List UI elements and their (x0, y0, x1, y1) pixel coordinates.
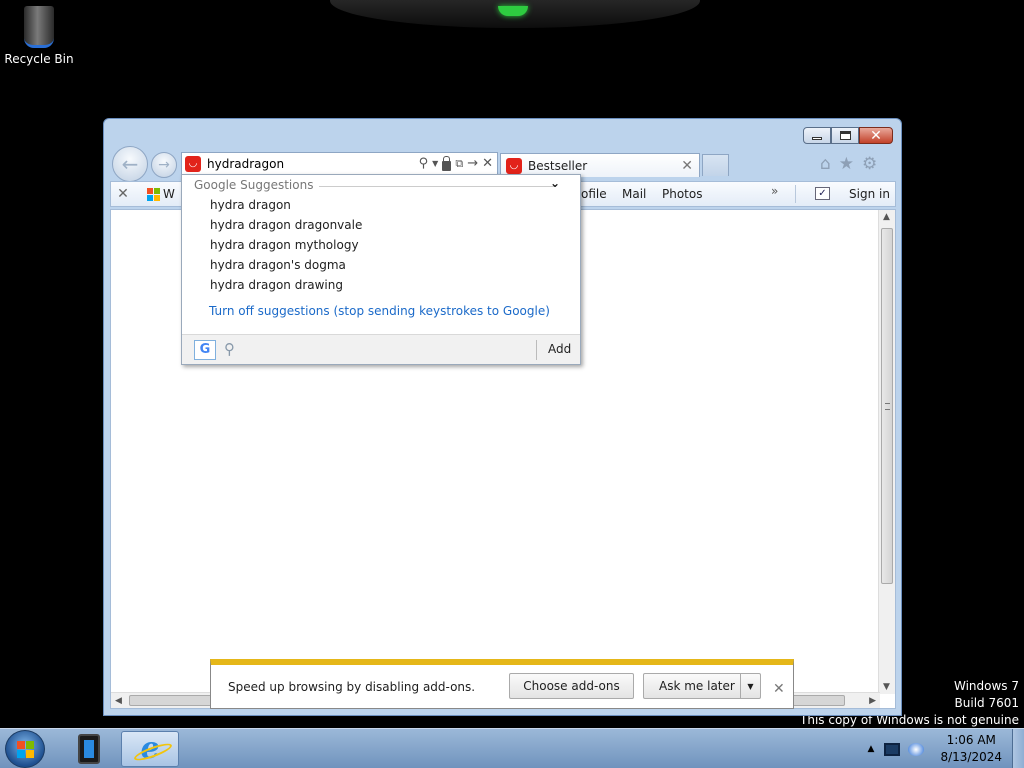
watermark-build: Build 7601 (954, 696, 1019, 710)
search-icon[interactable]: ⚲ (419, 156, 429, 171)
checkbox-icon[interactable]: ✓ (815, 187, 830, 200)
more-links-chevron-icon[interactable]: » (771, 184, 778, 198)
dropdown-arrow-icon[interactable]: ▼ (432, 159, 438, 168)
close-bar-icon[interactable]: ✕ (111, 186, 135, 202)
suggestion-item[interactable]: hydra dragon mythology (210, 238, 359, 252)
caption-buttons: ✕ (803, 127, 893, 144)
recycle-bin-label: Recycle Bin (4, 52, 74, 66)
notification-text: Speed up browsing by disabling add-ons. (228, 680, 476, 694)
toolbar-icons: ⌂ ★ ⚙ (820, 154, 877, 174)
address-bar-tools: ⚲ ▼ ⧉ → ✕ (419, 155, 497, 171)
scroll-down-icon[interactable]: ▼ (883, 682, 890, 692)
ask-dropdown-arrow-icon[interactable]: ▼ (740, 674, 760, 698)
lock-icon[interactable] (442, 155, 452, 171)
address-bar[interactable]: ◡ ⚲ ▼ ⧉ → ✕ (181, 152, 498, 175)
notification-bar: Speed up browsing by disabling add-ons. … (210, 659, 794, 709)
forward-arrow-icon: → (158, 157, 170, 173)
suggestions-header: Google Suggestions (194, 178, 320, 192)
volume-icon[interactable] (908, 742, 925, 756)
watermark-os: Windows 7 (953, 679, 1019, 693)
recycle-bin[interactable]: Recycle Bin (4, 6, 74, 66)
desktop-gadget (330, 0, 700, 28)
minimize-button[interactable] (803, 127, 831, 144)
address-input[interactable] (207, 154, 387, 173)
recycle-bin-icon (24, 6, 54, 48)
maximize-button[interactable] (831, 127, 859, 144)
suggestion-item[interactable]: hydra dragon's dogma (210, 258, 346, 272)
go-arrow-icon[interactable]: → (467, 156, 478, 171)
scroll-left-icon[interactable]: ◀ (115, 696, 122, 706)
search-provider-bar: G ⚲ Add (182, 334, 580, 364)
system-tray: ▲ 1:06 AM 8/13/2024 (868, 729, 1024, 768)
magnifier-icon[interactable]: ⚲ (224, 340, 235, 358)
favorites-star-icon[interactable]: ★ (839, 154, 854, 174)
sign-in-link[interactable]: Sign in (849, 187, 890, 201)
search-suggestions-dropdown: Google Suggestions ⌄ hydra dragon hydra … (181, 174, 581, 365)
notification-close-icon[interactable]: ✕ (773, 681, 785, 697)
scroll-right-icon[interactable]: ▶ (869, 696, 876, 706)
command-separator (795, 185, 796, 203)
show-hidden-icons-icon[interactable]: ▲ (868, 744, 875, 754)
command-link-photos[interactable]: Photos (662, 187, 702, 201)
vertical-scroll-thumb[interactable] (881, 228, 893, 584)
taskbar: e ▲ 1:06 AM 8/13/2024 (0, 728, 1024, 768)
gadget-led (498, 6, 528, 16)
suggestion-item[interactable]: hydra dragon drawing (210, 278, 343, 292)
show-desktop-button[interactable] (1012, 729, 1024, 768)
site-favicon: ◡ (185, 155, 201, 172)
tab-close-icon[interactable]: ✕ (681, 158, 693, 174)
command-link-partial[interactable]: W (163, 187, 175, 201)
ask-me-later-button[interactable]: Ask me later ▼ (643, 673, 761, 699)
choose-addons-button[interactable]: Choose add-ons (509, 673, 634, 699)
minimize-icon (812, 136, 822, 140)
suggestion-item[interactable]: hydra dragon dragonvale (210, 218, 362, 232)
clock-time: 1:06 AM (946, 733, 996, 747)
forward-button[interactable]: → (151, 152, 177, 178)
taskbar-app-tablet[interactable] (60, 731, 118, 767)
footer-separator (536, 340, 537, 360)
back-arrow-icon: ← (121, 152, 139, 176)
scroll-up-icon[interactable]: ▲ (883, 212, 890, 222)
command-link-profile[interactable]: ofile (581, 187, 607, 201)
google-provider-icon[interactable]: G (194, 340, 216, 360)
suggestion-item[interactable]: hydra dragon (210, 198, 291, 212)
internet-explorer-icon: e (132, 734, 174, 764)
turn-off-suggestions-link[interactable]: Turn off suggestions (stop sending keyst… (209, 304, 550, 318)
clock-date: 8/13/2024 (940, 750, 1002, 764)
tablet-app-icon (78, 734, 100, 764)
stop-icon[interactable]: ✕ (482, 156, 493, 171)
add-provider-button[interactable]: Add (548, 342, 571, 356)
clock[interactable]: 1:06 AM 8/13/2024 (940, 732, 1002, 766)
compatibility-icon[interactable]: ⧉ (455, 157, 463, 171)
taskbar-app-internet-explorer[interactable]: e (121, 731, 179, 767)
windows-logo-icon (147, 187, 160, 201)
back-button[interactable]: ← (112, 146, 148, 182)
command-link-mail[interactable]: Mail (622, 187, 646, 201)
close-window-button[interactable]: ✕ (859, 127, 893, 144)
tab-label: Bestseller (528, 158, 588, 173)
scroll-grip-icon (885, 403, 890, 410)
settings-gear-icon[interactable]: ⚙ (862, 154, 877, 174)
new-tab-button[interactable] (702, 154, 729, 176)
collapse-chevron-icon[interactable]: ⌄ (550, 176, 560, 190)
close-icon: ✕ (870, 127, 882, 144)
windows-flag-icon (16, 740, 34, 758)
home-icon[interactable]: ⌂ (820, 154, 831, 174)
vertical-scrollbar[interactable]: ▲ ▼ (878, 210, 895, 694)
network-icon[interactable] (884, 742, 901, 756)
ask-me-later-label: Ask me later (659, 679, 735, 693)
maximize-icon (839, 131, 851, 140)
start-button[interactable] (5, 730, 45, 768)
tab-favicon: ◡ (506, 157, 522, 174)
